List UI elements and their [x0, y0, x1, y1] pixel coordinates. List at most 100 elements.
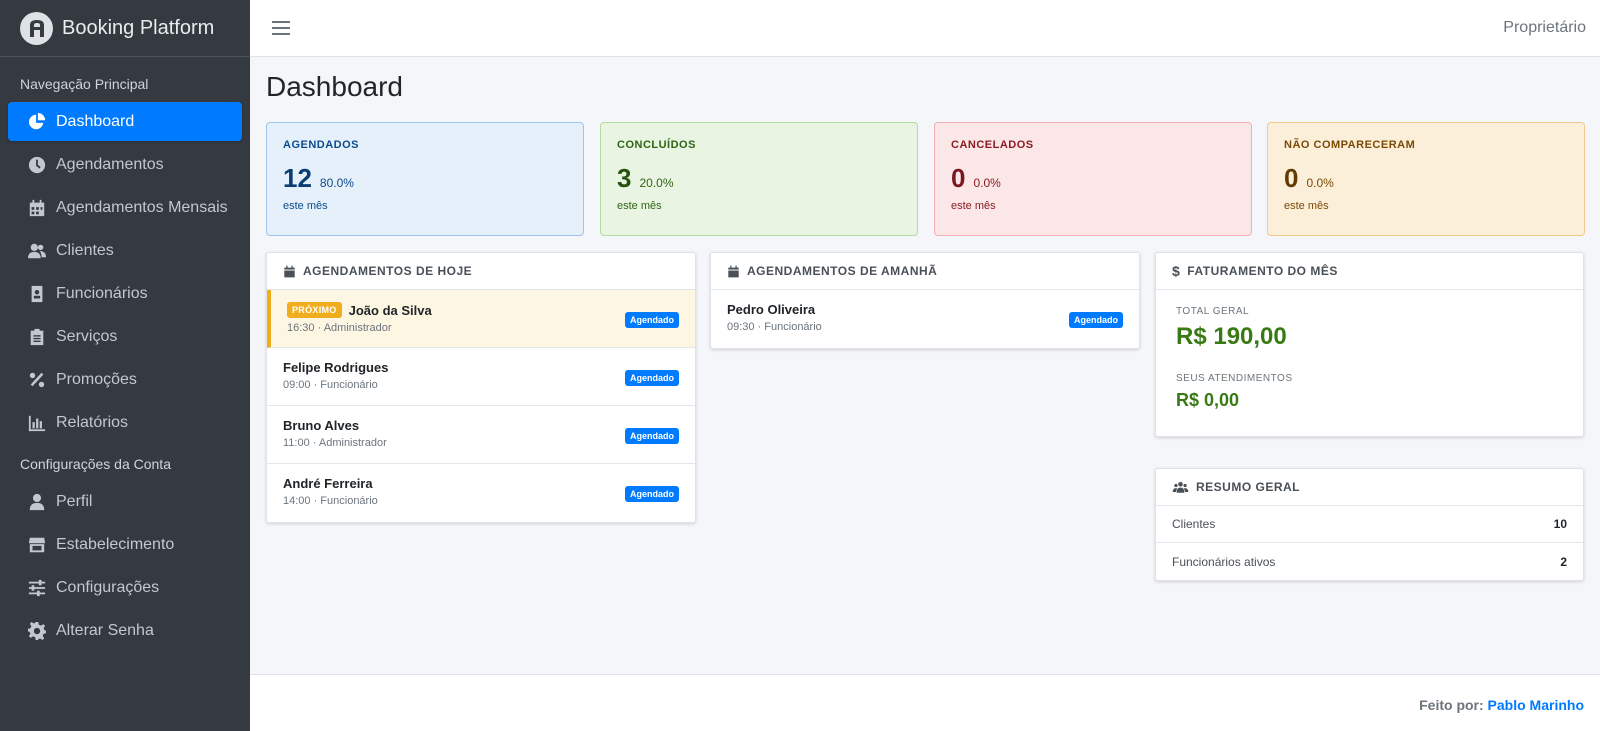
stat-value: 12	[283, 163, 312, 193]
list-item[interactable]: Bruno Alves 11:00 · Administrador Agenda…	[267, 406, 695, 464]
id-badge-icon	[27, 284, 47, 304]
next-badge: PRÓXIMO	[287, 302, 342, 318]
stat-subtitle: este mês	[283, 200, 328, 212]
sidebar-item-estabelecimento[interactable]: Estabelecimento	[8, 525, 242, 564]
sidebar: Booking Platform Navegação Principal Das…	[0, 0, 250, 731]
brand[interactable]: Booking Platform	[0, 0, 250, 57]
card-header: $ FATURAMENTO DO MÊS	[1156, 253, 1583, 290]
sidebar-item-label: Funcionários	[56, 284, 148, 302]
list-item[interactable]: PRÓXIMO João da Silva 16:30 · Administra…	[267, 290, 695, 348]
card-title: RESUMO GERAL	[1196, 480, 1301, 494]
card-header: AGENDAMENTOS DE AMANHÃ	[711, 253, 1139, 290]
chart-pie-icon	[27, 112, 47, 132]
sidebar-item-agendamentos[interactable]: Agendamentos	[8, 145, 242, 184]
list-item[interactable]: André Ferreira 14:00 · Funcionário Agend…	[267, 464, 695, 522]
stat-value: 0	[951, 163, 966, 193]
summary-value: 2	[1560, 554, 1567, 569]
sidebar-item-funcionarios[interactable]: Funcionários	[8, 274, 242, 313]
sidebar-item-promocoes[interactable]: Promoções	[8, 360, 242, 399]
status-badge: Agendado	[625, 428, 679, 444]
calendar-icon	[284, 265, 295, 277]
card-title: AGENDAMENTOS DE HOJE	[303, 264, 473, 278]
sidebar-item-agendamentos-mensais[interactable]: Agendamentos Mensais	[8, 188, 242, 227]
footer-credit: Feito por: Pablo Marinho	[1419, 697, 1584, 713]
sidebar-item-label: Clientes	[56, 241, 114, 259]
brand-title: Booking Platform	[62, 16, 215, 39]
calendar-icon	[27, 198, 47, 218]
sidebar-item-label: Promoções	[56, 370, 137, 388]
today-appointments-card: AGENDAMENTOS DE HOJE PRÓXIMO João da Sil…	[266, 252, 696, 523]
list-item[interactable]: Pedro Oliveira 09:30 · Funcionário Agend…	[711, 290, 1139, 348]
stat-card-concluidos: CONCLUÍDOS 3 20.0% este mês	[600, 122, 918, 236]
sidebar-item-dashboard[interactable]: Dashboard	[8, 102, 242, 141]
nav-header-main: Navegação Principal	[20, 76, 149, 92]
appointment-meta: 14:00 · Funcionário	[283, 495, 378, 507]
client-name: André Ferreira	[283, 476, 373, 491]
status-badge: Agendado	[625, 370, 679, 386]
bar-chart-icon	[27, 413, 47, 433]
menu-toggle-icon[interactable]	[272, 21, 290, 35]
nav-header-account: Configurações da Conta	[20, 456, 171, 472]
gear-icon	[27, 621, 47, 641]
revenue-card: $ FATURAMENTO DO MÊS TOTAL GERAL R$ 190,…	[1155, 252, 1584, 437]
status-badge: Agendado	[625, 486, 679, 502]
sidebar-item-label: Alterar Senha	[56, 621, 154, 639]
appointment-meta: 09:30 · Funcionário	[727, 321, 822, 333]
sidebar-item-servicos[interactable]: Serviços	[8, 317, 242, 356]
stat-percent: 20.0%	[639, 176, 674, 190]
stat-percent: 0.0%	[973, 176, 1001, 190]
percent-icon	[27, 370, 47, 390]
stat-value: 0	[1284, 163, 1299, 193]
appointment-meta: 11:00 · Administrador	[283, 437, 387, 449]
brand-logo-icon	[20, 11, 53, 45]
stat-subtitle: este mês	[951, 200, 996, 212]
sidebar-item-label: Agendamentos	[56, 155, 164, 173]
summary-row: Funcionários ativos 2	[1156, 543, 1583, 580]
sliders-icon	[27, 578, 47, 598]
page-title: Dashboard	[266, 71, 403, 102]
sidebar-item-alterar-senha[interactable]: Alterar Senha	[8, 611, 242, 650]
client-name: Felipe Rodrigues	[283, 360, 389, 375]
stat-card-cancelados: CANCELADOS 0 0.0% este mês	[934, 122, 1252, 236]
summary-value: 10	[1553, 517, 1567, 531]
card-title: FATURAMENTO DO MÊS	[1187, 264, 1338, 278]
total-value: R$ 190,00	[1176, 323, 1287, 350]
sidebar-item-relatorios[interactable]: Relatórios	[8, 403, 242, 442]
sidebar-item-label: Configurações	[56, 578, 160, 596]
card-header: RESUMO GERAL	[1156, 469, 1583, 506]
user-icon	[27, 492, 47, 512]
users-icon	[27, 241, 47, 261]
sidebar-item-label: Perfil	[56, 492, 93, 510]
stat-card-agendados: AGENDADOS 12 80.0% este mês	[266, 122, 584, 236]
tomorrow-appointments-card: AGENDAMENTOS DE AMANHÃ Pedro Oliveira 09…	[710, 252, 1140, 349]
mine-value: R$ 0,00	[1176, 390, 1240, 410]
stat-subtitle: este mês	[617, 200, 662, 212]
total-label: TOTAL GERAL	[1176, 306, 1250, 317]
footer-prefix: Feito por:	[1419, 697, 1484, 713]
sidebar-item-perfil[interactable]: Perfil	[8, 482, 242, 521]
sidebar-item-configuracoes[interactable]: Configurações	[8, 568, 242, 607]
store-icon	[27, 535, 47, 555]
mine-label: SEUS ATENDIMENTOS	[1176, 373, 1293, 384]
stat-label: NÃO COMPARECERAM	[1284, 139, 1416, 151]
client-name: João da Silva	[348, 302, 432, 318]
appointment-meta: 16:30 · Administrador	[287, 322, 392, 334]
card-title: AGENDAMENTOS DE AMANHÃ	[747, 264, 938, 278]
status-badge: Agendado	[625, 312, 679, 328]
card-header: AGENDAMENTOS DE HOJE	[267, 253, 695, 290]
sidebar-item-label: Dashboard	[56, 112, 135, 130]
list-item[interactable]: Felipe Rodrigues 09:00 · Funcionário Age…	[267, 348, 695, 406]
stat-subtitle: este mês	[1284, 200, 1329, 212]
stat-label: AGENDADOS	[283, 139, 360, 151]
author-link[interactable]: Pablo Marinho	[1488, 697, 1584, 713]
summary-label: Clientes	[1172, 517, 1216, 531]
stat-value: 3	[617, 163, 632, 193]
sidebar-item-clientes[interactable]: Clientes	[8, 231, 242, 270]
users-icon	[1172, 481, 1189, 493]
client-name: Pedro Oliveira	[727, 302, 816, 317]
summary-row: Clientes 10	[1156, 506, 1583, 543]
stat-label: CONCLUÍDOS	[617, 139, 696, 151]
dollar-icon: $	[1172, 263, 1181, 279]
user-menu[interactable]: Proprietário	[1503, 19, 1586, 37]
stat-card-nao-compareceram: NÃO COMPARECERAM 0 0.0% este mês	[1267, 122, 1585, 236]
